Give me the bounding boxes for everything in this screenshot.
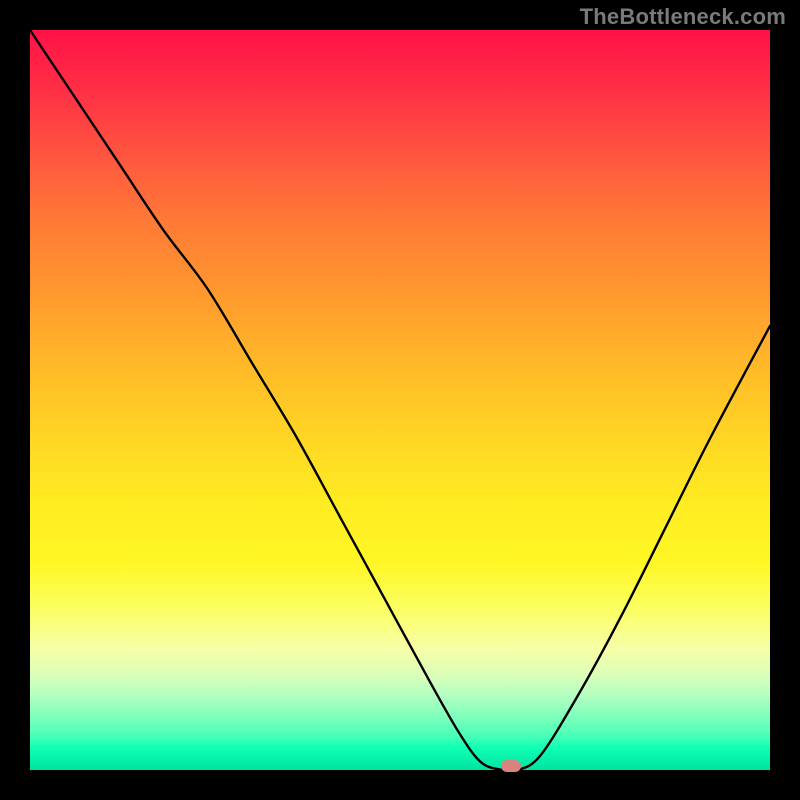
optimum-marker xyxy=(501,760,521,772)
watermark-text: TheBottleneck.com xyxy=(580,4,786,30)
bottleneck-curve xyxy=(30,30,770,770)
plot-area xyxy=(30,30,770,770)
chart-frame: TheBottleneck.com xyxy=(0,0,800,800)
